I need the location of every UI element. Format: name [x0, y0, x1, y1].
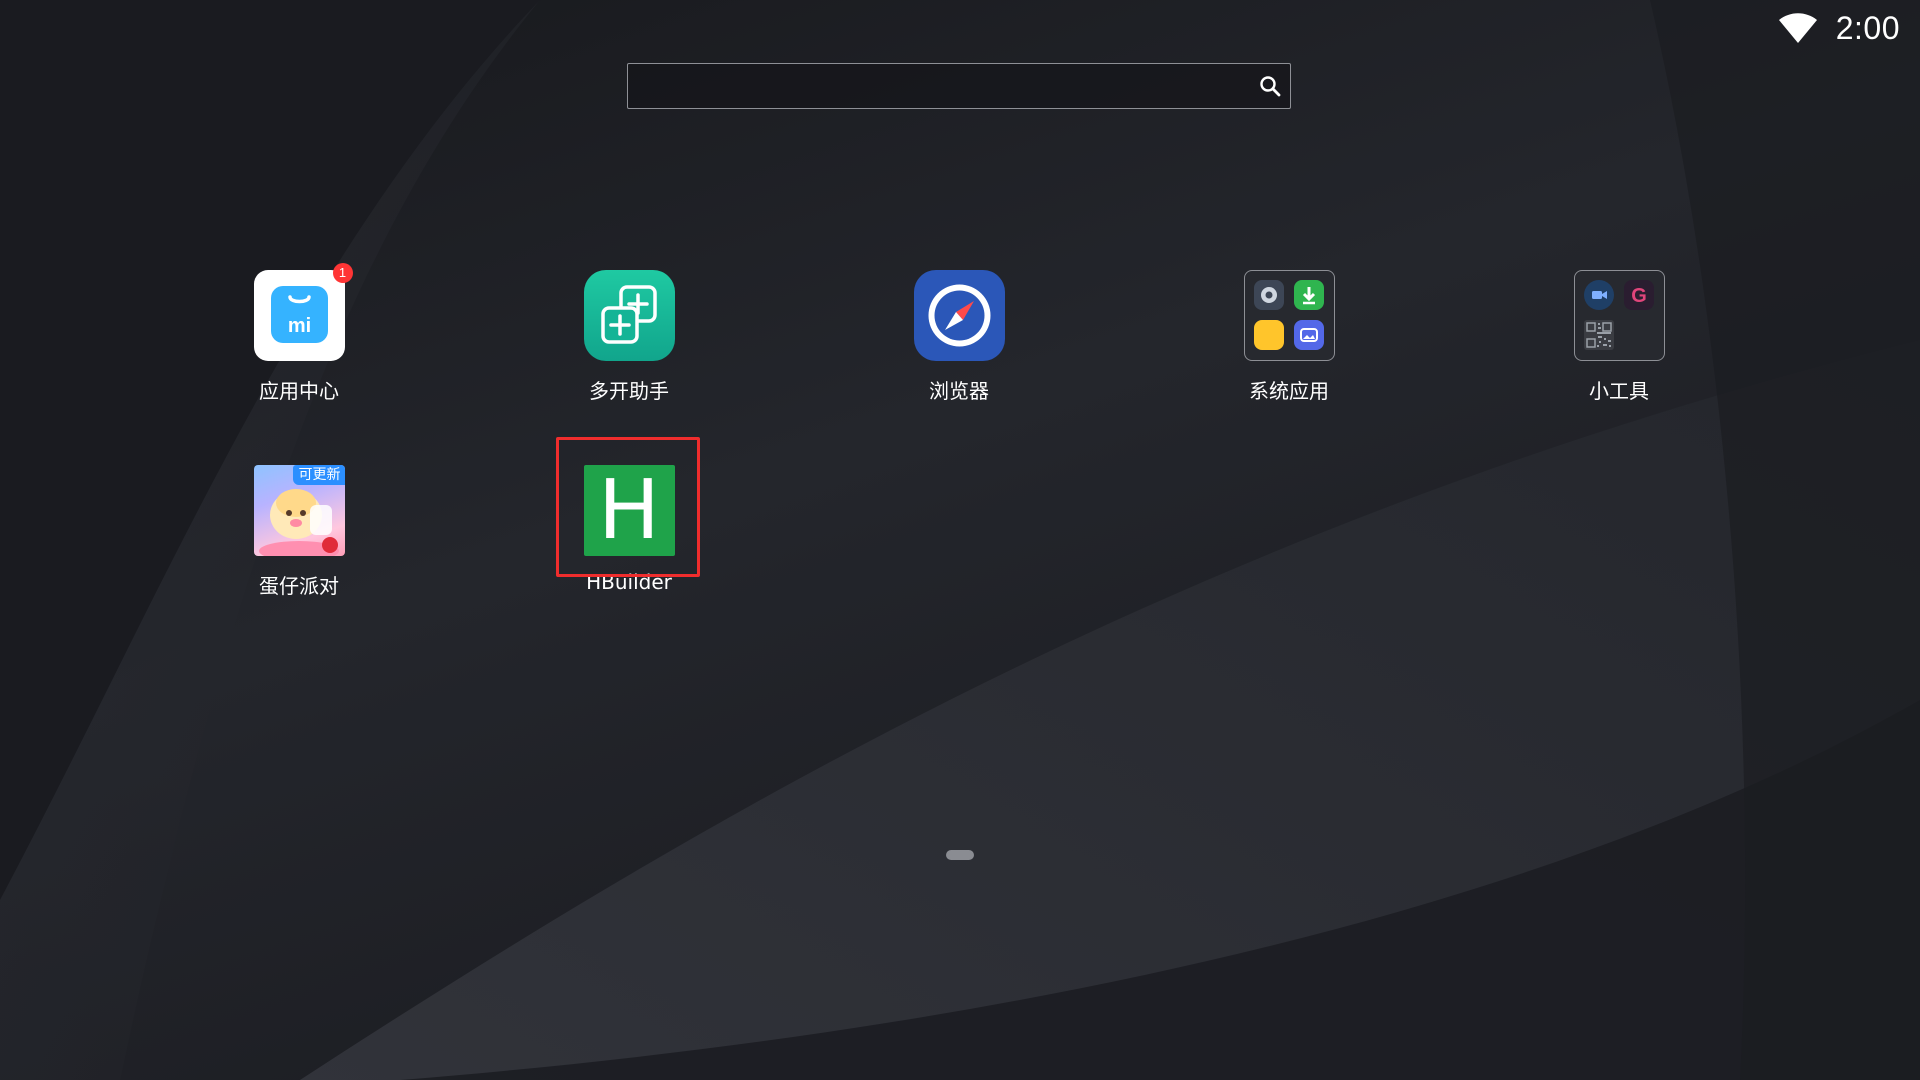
app-multi-open[interactable]: 多开助手 — [529, 270, 729, 404]
app-label: 系统应用 — [1249, 379, 1329, 403]
svg-text:G: G — [1631, 285, 1647, 307]
gallery-icon — [1293, 320, 1324, 350]
app-eggy-party[interactable]: 可更新 蛋仔派对 — [199, 465, 399, 599]
tools-folder-icon[interactable]: G — [1573, 270, 1665, 361]
update-badge: 可更新 — [292, 465, 345, 485]
search-icon[interactable] — [1258, 74, 1282, 98]
video-camera-icon — [1583, 280, 1614, 310]
g-app-icon: G — [1623, 280, 1654, 310]
app-label: 小工具 — [1589, 379, 1649, 403]
system-apps-folder-icon[interactable] — [1243, 270, 1335, 361]
wifi-icon — [1778, 13, 1817, 43]
page-indicator — [946, 850, 974, 860]
app-label: 蛋仔派对 — [259, 574, 339, 598]
mi-app-center-icon[interactable]: mi 1 — [253, 263, 353, 361]
app-tools-folder[interactable]: G 小工具 — [1519, 270, 1719, 404]
search-bar[interactable] — [627, 63, 1291, 109]
status-bar: 2:00 — [1778, 0, 1920, 56]
notification-badge: 1 — [332, 263, 353, 283]
app-label: 浏览器 — [929, 379, 989, 403]
download-icon — [1293, 280, 1324, 310]
eggy-party-icon[interactable]: 可更新 — [253, 465, 345, 556]
multi-open-icon[interactable] — [583, 270, 675, 361]
app-label: 多开助手 — [589, 379, 669, 403]
app-label: 应用中心 — [259, 379, 339, 403]
app-app-center[interactable]: mi 1 应用中心 — [199, 263, 399, 404]
file-manager-icon — [1253, 320, 1284, 350]
qr-code-icon — [1583, 320, 1614, 350]
settings-gear-icon — [1253, 280, 1284, 310]
svg-text:mi: mi — [287, 315, 310, 337]
highlight-box — [556, 437, 700, 577]
app-browser[interactable]: 浏览器 — [859, 270, 1059, 404]
clock: 2:00 — [1835, 9, 1900, 46]
app-system-apps-folder[interactable]: 系统应用 — [1189, 270, 1389, 404]
search-input[interactable] — [638, 70, 1242, 104]
compass-browser-icon[interactable] — [913, 270, 1005, 361]
